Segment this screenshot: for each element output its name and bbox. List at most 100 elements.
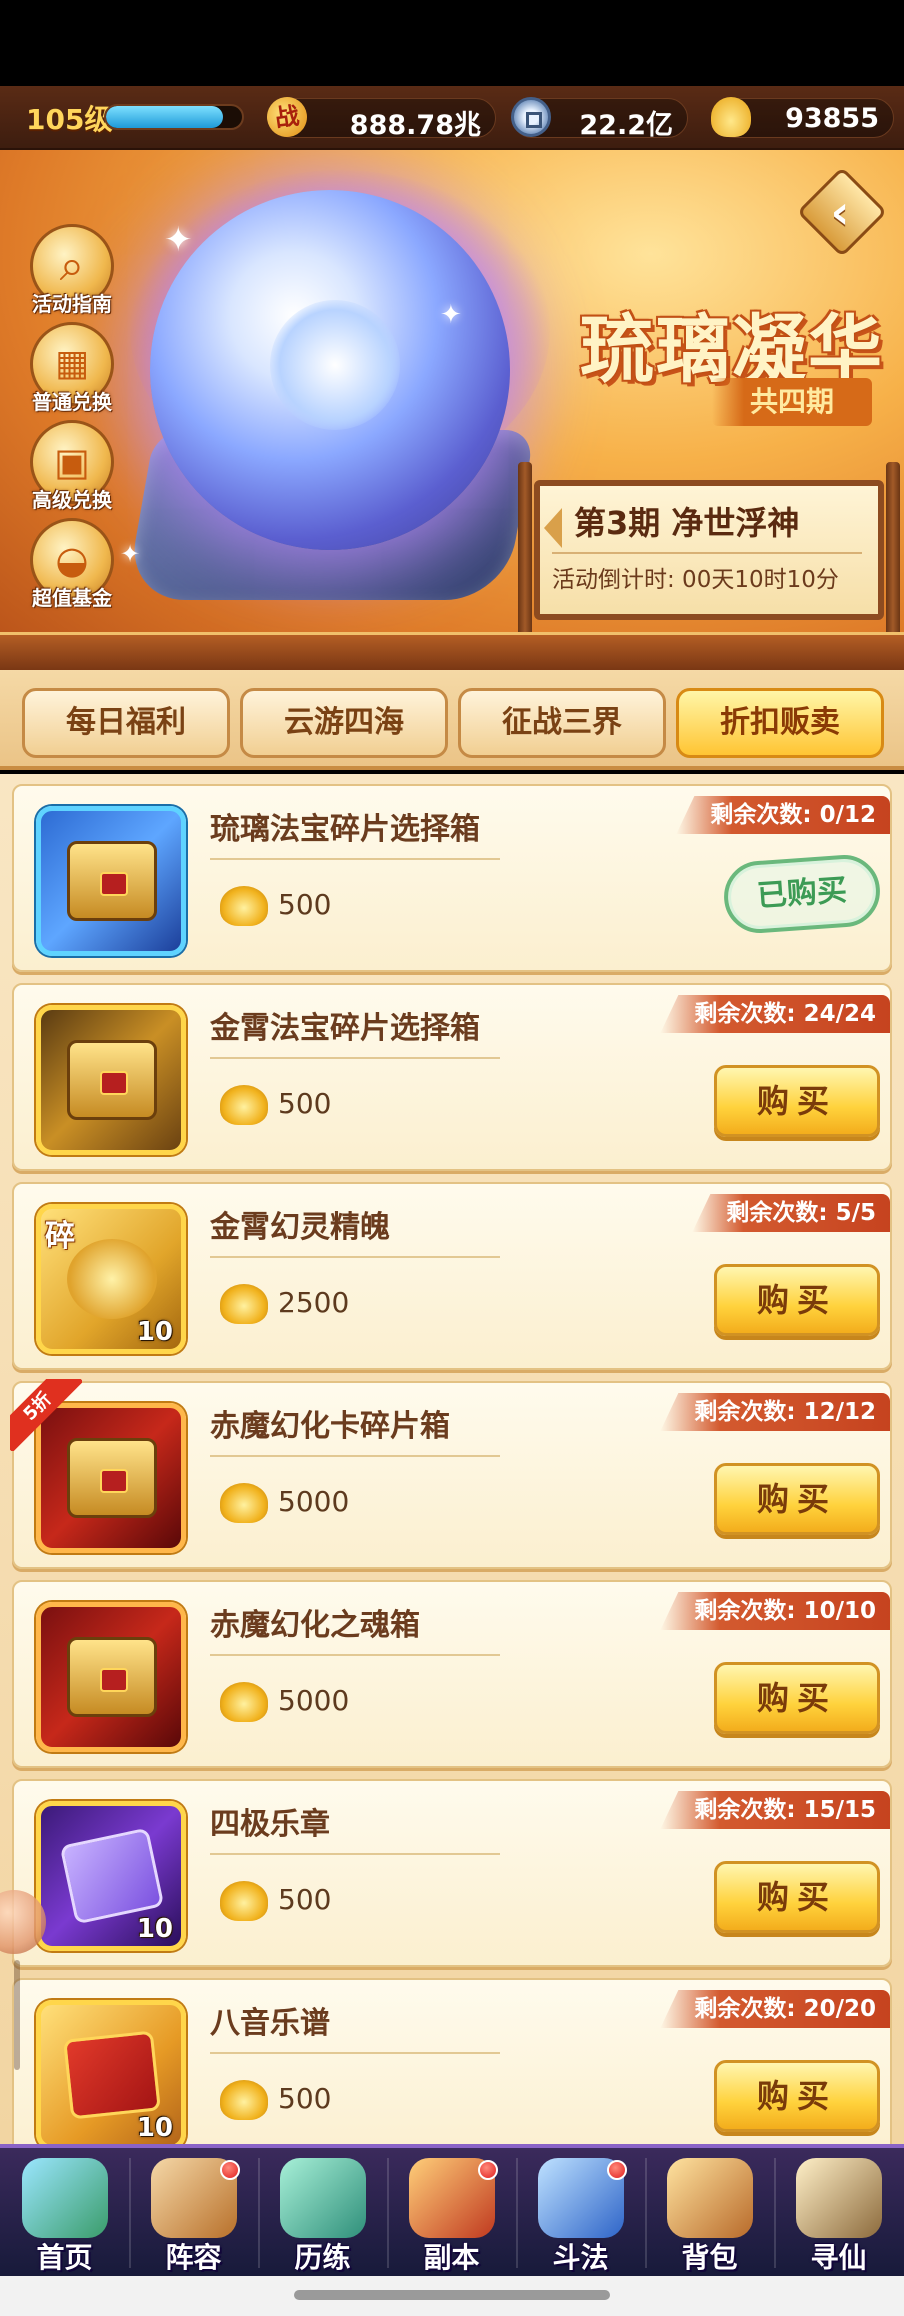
shop-item: 琉璃法宝碎片选择箱 500 剩余次数: 0/12 已购买: [12, 784, 892, 972]
glass-treasure-chest-icon[interactable]: [36, 806, 186, 956]
backpack-icon: [667, 2158, 753, 2238]
nav-label: 首页: [36, 2241, 93, 2274]
app-root: 105级 战 888.78兆 22.2亿 93855 ✦ ✦ ✦ ‹ 琉璃凝华 …: [0, 0, 904, 2316]
buy-button[interactable]: 购买: [714, 1264, 880, 1336]
lotus-core-art: [270, 300, 400, 430]
remaining-count: 剩余次数: 5/5: [692, 1194, 890, 1232]
chest-art: [67, 841, 157, 921]
remaining-count: 剩余次数: 10/10: [660, 1592, 890, 1630]
nav-dungeon[interactable]: 副本: [387, 2154, 516, 2276]
item-name: 金霄法宝碎片选择箱: [210, 1011, 480, 1046]
event-banner: ✦ ✦ ✦ ‹ 琉璃凝华 共四期 第3期 净世浮神 活动倒计时: 00天10时1…: [0, 150, 904, 670]
resource-bar: 105级 战 888.78兆 22.2亿 93855: [0, 86, 904, 150]
nav-training[interactable]: 历练: [258, 2154, 387, 2276]
item-price: 500: [278, 1883, 332, 1916]
purple-music-book-icon[interactable]: 10: [36, 1801, 186, 1951]
fragment-badge: 碎: [45, 1219, 75, 1254]
shop-item: 10 八音乐谱 500 剩余次数: 20/20 购买: [12, 1978, 892, 2144]
music-book-art: [63, 2030, 161, 2120]
golden-dragon-icon[interactable]: 碎 10: [36, 1204, 186, 1354]
item-price: 500: [278, 2082, 332, 2115]
scrollbar[interactable]: [14, 1960, 20, 2070]
item-name: 金霄幻灵精魄: [210, 1210, 390, 1245]
tab-bar: 每日福利 云游四海 征战三界 折扣贩卖: [0, 670, 904, 770]
seek-immortal-icon: [796, 2158, 882, 2238]
item-quantity: 10: [136, 1914, 173, 1944]
nav-label: 背包: [681, 2241, 738, 2274]
shop-list[interactable]: 琉璃法宝碎片选择箱 500 剩余次数: 0/12 已购买 金霄法宝碎片选择箱 5…: [0, 774, 904, 2144]
dragon-art: [67, 1239, 157, 1319]
nav-label: 斗法: [552, 2241, 609, 2274]
tab-travel[interactable]: 云游四海: [240, 688, 448, 758]
back-arrow-icon: ‹: [830, 185, 850, 239]
item-divider: [210, 2052, 500, 2054]
discount-label: 5折: [10, 1379, 82, 1451]
gold-ingot-icon: [220, 1483, 268, 1523]
item-name: 八音乐谱: [210, 2006, 330, 2041]
copper-coin-icon: [511, 97, 551, 137]
nav-backpack[interactable]: 背包: [645, 2154, 774, 2276]
tab-daily-welfare[interactable]: 每日福利: [22, 688, 230, 758]
training-icon: [280, 2158, 366, 2238]
nav-battle[interactable]: 斗法: [516, 2154, 645, 2276]
status-bar: [0, 0, 904, 86]
item-divider: [210, 858, 500, 860]
item-name: 赤魔幻化卡碎片箱: [210, 1409, 450, 1444]
buy-button[interactable]: 购买: [714, 1463, 880, 1535]
tab-discount-sale[interactable]: 折扣贩卖: [676, 688, 884, 758]
buy-button[interactable]: 购买: [714, 1065, 880, 1137]
item-divider: [210, 1256, 500, 1258]
side-button-label: 超值基金: [32, 586, 112, 610]
gold-treasure-chest-icon[interactable]: [36, 1005, 186, 1155]
player-level: 105级: [26, 103, 113, 136]
gold-ingot-icon: [220, 1284, 268, 1324]
red-music-book-icon[interactable]: 10: [36, 2000, 186, 2144]
gold-display[interactable]: 93855: [711, 97, 894, 138]
item-price: 500: [278, 888, 332, 921]
notification-dot: [478, 2160, 498, 2180]
period-prev-icon[interactable]: [544, 508, 562, 548]
event-subtitle: 共四期: [712, 378, 872, 426]
gold-ingot-icon: [220, 1085, 268, 1125]
system-home-bar: [0, 2276, 904, 2316]
shop-item: 5折 赤魔幻化卡碎片箱 5000 剩余次数: 12/12 购买: [10, 1379, 892, 1569]
exp-bar-fill: [106, 106, 223, 128]
nav-home[interactable]: 首页: [0, 2154, 129, 2276]
nav-label: 副本: [423, 2241, 480, 2274]
item-price: 5000: [278, 1684, 350, 1717]
power-display[interactable]: 战 888.78兆: [264, 94, 496, 141]
buy-button[interactable]: 购买: [714, 1662, 880, 1734]
nav-label: 阵容: [165, 2241, 222, 2274]
gold-value: 93855: [785, 103, 879, 134]
nav-label: 历练: [294, 2241, 351, 2274]
home-indicator[interactable]: [294, 2290, 610, 2300]
gold-ingot-icon: [220, 1881, 268, 1921]
item-divider: [210, 1654, 500, 1656]
period-board: 第3期 净世浮神 活动倒计时: 00天10时10分: [518, 462, 900, 658]
red-soul-chest-icon[interactable]: [36, 1602, 186, 1752]
item-divider: [210, 1853, 500, 1855]
advanced-exchange-button[interactable]: ▣ 高级兑换: [22, 420, 122, 518]
nav-lineup[interactable]: 阵容: [129, 2154, 258, 2276]
notification-dot: [607, 2160, 627, 2180]
home-icon: [22, 2158, 108, 2238]
nav-seek-immortal[interactable]: 寻仙: [774, 2154, 903, 2276]
buy-button[interactable]: 购买: [714, 2060, 880, 2132]
event-countdown: 活动倒计时: 00天10时10分: [552, 567, 839, 593]
tab-campaign[interactable]: 征战三界: [458, 688, 666, 758]
normal-exchange-button[interactable]: ▦ 普通兑换: [22, 322, 122, 420]
item-divider: [210, 1057, 500, 1059]
value-fund-button[interactable]: ◒ 超值基金: [22, 518, 122, 616]
power-value: 888.78兆: [349, 110, 481, 141]
item-name: 琉璃法宝碎片选择箱: [210, 812, 480, 847]
buy-button[interactable]: 购买: [714, 1861, 880, 1933]
remaining-count: 剩余次数: 20/20: [660, 1990, 890, 2028]
bottom-nav: 首页 阵容 历练 副本 斗法 背包 寻仙: [0, 2144, 904, 2276]
gold-ingot-icon: [220, 2080, 268, 2120]
shop-item: 赤魔幻化之魂箱 5000 剩余次数: 10/10 购买: [12, 1580, 892, 1768]
item-quantity: 10: [136, 2113, 173, 2143]
remaining-count: 剩余次数: 12/12: [660, 1393, 890, 1431]
item-quantity: 10: [136, 1317, 173, 1347]
silver-display[interactable]: 22.2亿: [511, 97, 688, 141]
activity-guide-button[interactable]: ⌕ 活动指南: [22, 224, 122, 322]
